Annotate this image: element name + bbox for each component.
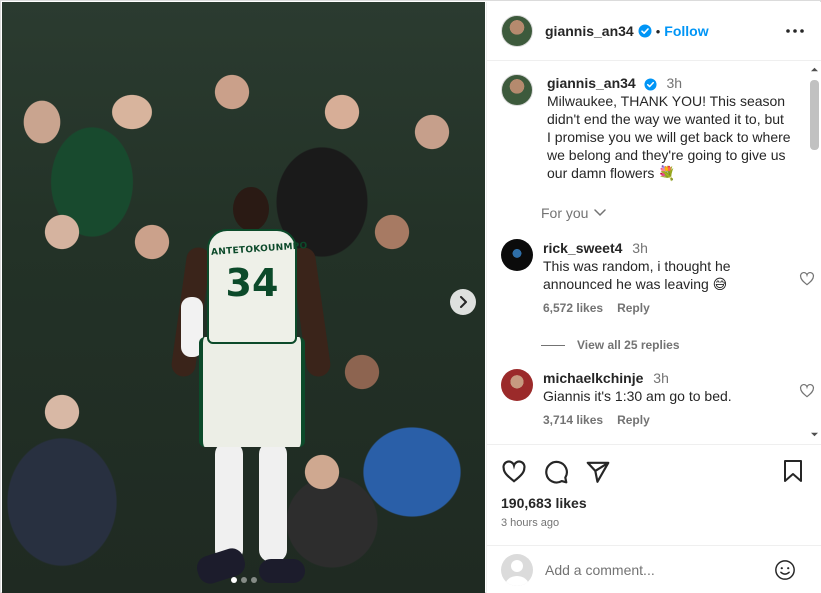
- author-avatar[interactable]: [501, 15, 533, 47]
- post-header: giannis_an34 • Follow: [487, 2, 821, 61]
- scrollbar-thumb[interactable]: [810, 80, 819, 150]
- comment-time: 3h: [632, 240, 648, 256]
- replies-divider: [541, 344, 565, 346]
- comment-likes[interactable]: 6,572 likes: [543, 301, 603, 315]
- reply-button[interactable]: Reply: [617, 301, 650, 315]
- header-separator: •: [655, 23, 661, 39]
- caption-text: Milwaukee, THANK YOU! This season didn't…: [547, 93, 791, 181]
- comment-text: This was random, i thought he announced …: [543, 258, 731, 292]
- scroll-down-icon[interactable]: [811, 431, 818, 438]
- comment-likes[interactable]: 3,714 likes: [543, 413, 603, 427]
- post-modal: ANTETOKOUNMPO 34 giannis_an34 • Follow g…: [0, 0, 821, 593]
- paper-plane-icon[interactable]: [585, 459, 611, 485]
- for-you-label: For you: [541, 205, 589, 221]
- add-comment-bar: [487, 545, 821, 593]
- carousel-dot: [230, 577, 237, 583]
- view-replies-button[interactable]: View all 25 replies: [541, 338, 680, 352]
- carousel-next-button[interactable]: [450, 289, 476, 315]
- caption-username[interactable]: giannis_an34: [547, 75, 636, 91]
- more-horizontal-icon[interactable]: [784, 22, 806, 40]
- post-timestamp[interactable]: 3 hours ago: [501, 517, 808, 529]
- comment-item: michaelkchinje 3h Giannis it's 1:30 am g…: [501, 369, 814, 427]
- carousel-dot: [250, 577, 257, 583]
- follow-button[interactable]: Follow: [664, 23, 708, 39]
- comment-time: 3h: [653, 370, 669, 386]
- commenter-avatar[interactable]: [501, 369, 533, 401]
- author-username[interactable]: giannis_an34: [545, 23, 634, 39]
- heart-icon[interactable]: [501, 459, 527, 485]
- default-avatar-icon: [505, 559, 529, 586]
- verified-badge-icon: [638, 24, 652, 38]
- comment-bubble-icon[interactable]: [543, 459, 569, 485]
- view-replies-label: View all 25 replies: [577, 338, 680, 352]
- caption-avatar[interactable]: [501, 74, 533, 106]
- chevron-right-icon: [460, 296, 467, 308]
- emoji-smile-icon[interactable]: [774, 559, 796, 581]
- scroll-up-icon[interactable]: [811, 66, 818, 73]
- chevron-down-icon: [594, 209, 607, 217]
- bookmark-icon[interactable]: [782, 459, 804, 483]
- post-actions: 190,683 likes 3 hours ago: [487, 444, 821, 529]
- for-you-toggle[interactable]: For you: [541, 205, 607, 221]
- current-user-avatar: [501, 553, 533, 586]
- comment-text: Giannis it's 1:30 am go to bed.: [543, 388, 732, 404]
- carousel-dot: [240, 577, 247, 583]
- caption-time: 3h: [666, 75, 683, 91]
- carousel-indicator: [2, 577, 485, 583]
- likes-count[interactable]: 190,683 likes: [501, 495, 808, 511]
- player-figure: ANTETOKOUNMPO 34: [170, 187, 332, 587]
- verified-badge-icon: [644, 78, 657, 91]
- post-caption: giannis_an34 3h Milwaukee, THANK YOU! Th…: [501, 74, 791, 182]
- comments-scroll-area[interactable]: giannis_an34 3h Milwaukee, THANK YOU! Th…: [487, 62, 821, 443]
- jersey-number: 34: [225, 261, 279, 305]
- comment-username[interactable]: michaelkchinje: [543, 370, 643, 386]
- post-sidebar: giannis_an34 • Follow giannis_an34 3h Mi…: [486, 2, 821, 593]
- comment-item: rick_sweet4 3h This was random, i though…: [501, 239, 814, 315]
- comment-input[interactable]: [545, 561, 755, 578]
- post-media[interactable]: ANTETOKOUNMPO 34: [2, 2, 485, 593]
- commenter-avatar[interactable]: [501, 239, 533, 271]
- reply-button[interactable]: Reply: [617, 413, 650, 427]
- comment-username[interactable]: rick_sweet4: [543, 240, 622, 256]
